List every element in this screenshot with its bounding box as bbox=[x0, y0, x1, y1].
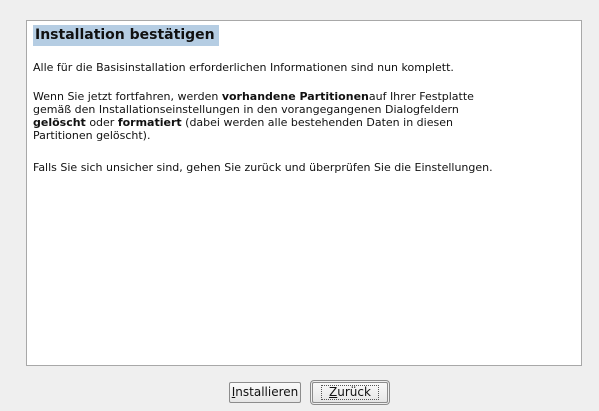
warning-text: (dabei werden alle bestehenden Daten in … bbox=[181, 116, 453, 129]
dialog-title: Installation bestätigen bbox=[33, 25, 219, 46]
focus-indicator: Zurück bbox=[321, 385, 379, 400]
warning-text: Wenn Sie jetzt fortfahren, werden bbox=[33, 90, 222, 103]
warning-line-4: Partitionen gelöscht). bbox=[33, 129, 151, 142]
warning-line-1: Wenn Sie jetzt fortfahren, werden vorhan… bbox=[33, 90, 578, 103]
install-button[interactable]: Installieren bbox=[229, 382, 301, 403]
warning-emphasis-partitions: vorhandene Partitionen bbox=[221, 90, 369, 103]
back-button[interactable]: Zurück bbox=[312, 382, 388, 403]
warning-line-2: gemäß den Installationseinstellungen in … bbox=[33, 103, 459, 116]
button-bar: Installieren Zurück bbox=[0, 382, 599, 411]
warning-text: auf Ihrer Festplatte bbox=[368, 90, 474, 103]
warning-paragraph: Wenn Sie jetzt fortfahren, werden vorhan… bbox=[33, 90, 578, 142]
warning-line-3: gelöscht oder formatiert (dabei werden a… bbox=[33, 116, 578, 129]
install-label: nstallieren bbox=[235, 385, 299, 399]
hint-paragraph: Falls Sie sich unsicher sind, gehen Sie … bbox=[33, 161, 493, 174]
back-label: urück bbox=[337, 385, 371, 399]
warning-emphasis-deleted: gelöscht bbox=[33, 116, 86, 129]
warning-emphasis-formatted: formatiert bbox=[117, 116, 182, 129]
confirm-installation-dialog: Installation bestätigen Alle für die Bas… bbox=[0, 0, 599, 411]
warning-text: oder bbox=[85, 116, 118, 129]
info-paragraph: Alle für die Basisinstallation erforderl… bbox=[33, 61, 454, 74]
